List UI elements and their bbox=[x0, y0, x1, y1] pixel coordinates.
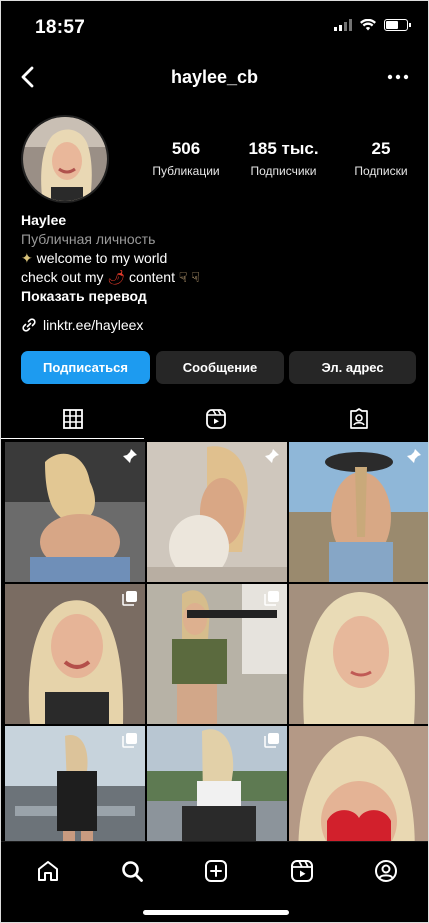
profile-stats: 506 Публикации 185 тыс. Подписчики 25 По… bbox=[151, 139, 416, 178]
carousel-icon bbox=[264, 732, 280, 753]
profile-tabs bbox=[1, 399, 428, 439]
email-button[interactable]: Эл. адрес bbox=[289, 351, 416, 384]
stat-followers-value: 185 тыс. bbox=[248, 139, 319, 158]
signal-icon bbox=[334, 19, 352, 31]
profile-category: Публичная личность bbox=[21, 231, 156, 247]
stat-posts-value: 506 bbox=[171, 139, 201, 158]
message-button[interactable]: Сообщение bbox=[156, 351, 284, 384]
stat-posts[interactable]: 506 Публикации bbox=[151, 139, 221, 178]
profile-bio: Haylee Публичная личность ✦ welcome to m… bbox=[21, 211, 408, 306]
reels-icon bbox=[291, 860, 313, 882]
profile-icon bbox=[375, 860, 397, 882]
nav-reels[interactable] bbox=[287, 856, 317, 886]
bio-text-2-end: content bbox=[129, 269, 175, 285]
stat-following-value: 25 bbox=[371, 139, 391, 158]
bio-text-1: welcome to my world bbox=[36, 250, 168, 266]
show-translation-link[interactable]: Показать перевод bbox=[21, 287, 408, 306]
nav-create[interactable] bbox=[201, 856, 231, 886]
bio-link[interactable]: linktr.ee/hayleex bbox=[21, 317, 143, 333]
profile-name: Haylee bbox=[21, 212, 67, 228]
post-thumbnail[interactable] bbox=[147, 726, 287, 842]
profile-avatar[interactable] bbox=[21, 115, 109, 203]
pin-icon bbox=[406, 448, 422, 469]
post-thumbnail[interactable] bbox=[289, 726, 428, 842]
bio-line-1: ✦ welcome to my world bbox=[21, 249, 408, 268]
home-icon bbox=[38, 861, 58, 881]
stat-posts-label: Публикации bbox=[152, 164, 220, 178]
tagged-icon bbox=[349, 408, 368, 429]
more-options-icon[interactable] bbox=[386, 73, 410, 81]
tab-reels[interactable] bbox=[144, 399, 287, 439]
stat-following-label: Подписки bbox=[354, 164, 408, 178]
status-bar: 18:57 bbox=[1, 1, 428, 53]
tab-grid[interactable] bbox=[1, 399, 144, 439]
carousel-icon bbox=[264, 590, 280, 611]
chili-emoji-icon: 🌶 bbox=[107, 269, 126, 285]
follow-button[interactable]: Подписаться bbox=[21, 351, 150, 384]
carousel-icon bbox=[122, 590, 138, 611]
grid-icon bbox=[62, 408, 83, 429]
post-thumbnail[interactable] bbox=[5, 726, 145, 842]
status-time: 18:57 bbox=[35, 17, 86, 38]
reels-icon bbox=[205, 409, 226, 429]
create-icon bbox=[205, 860, 227, 882]
stat-following[interactable]: 25 Подписки bbox=[346, 139, 416, 178]
stat-followers[interactable]: 185 тыс. Подписчики bbox=[248, 139, 318, 178]
point-down-emoji-icon: ☟ ☟ bbox=[178, 269, 200, 285]
app-screen: 18:57 haylee_cb 506 Публикации 185 тыс. … bbox=[0, 0, 429, 923]
tab-tagged[interactable] bbox=[287, 399, 428, 439]
pin-icon bbox=[122, 448, 138, 469]
bio-link-text: linktr.ee/hayleex bbox=[43, 317, 144, 333]
nav-search[interactable] bbox=[117, 856, 147, 886]
home-indicator[interactable] bbox=[143, 910, 289, 915]
bio-text-2: check out my bbox=[21, 269, 104, 285]
post-thumbnail[interactable] bbox=[5, 442, 145, 582]
posts-grid bbox=[5, 442, 428, 842]
link-icon bbox=[22, 318, 36, 332]
header-username: haylee_cb bbox=[170, 67, 259, 87]
battery-icon bbox=[384, 19, 411, 31]
post-thumbnail[interactable] bbox=[289, 584, 428, 724]
post-thumbnail[interactable] bbox=[289, 442, 428, 582]
post-thumbnail[interactable] bbox=[147, 584, 287, 724]
bio-line-2: check out my 🌶 content ☟ ☟ bbox=[21, 268, 408, 287]
wifi-icon bbox=[360, 19, 376, 31]
post-thumbnail[interactable] bbox=[5, 584, 145, 724]
search-icon bbox=[122, 861, 143, 882]
post-thumbnail[interactable] bbox=[147, 442, 287, 582]
bottom-navigation bbox=[1, 841, 428, 922]
carousel-icon bbox=[122, 732, 138, 753]
nav-home[interactable] bbox=[33, 856, 63, 886]
stat-followers-label: Подписчики bbox=[250, 164, 317, 178]
pin-icon bbox=[264, 448, 280, 469]
nav-profile[interactable] bbox=[371, 856, 401, 886]
sparkle-emoji-icon: ✦ bbox=[21, 250, 33, 266]
profile-header: haylee_cb bbox=[1, 59, 428, 95]
status-icons bbox=[334, 19, 411, 31]
